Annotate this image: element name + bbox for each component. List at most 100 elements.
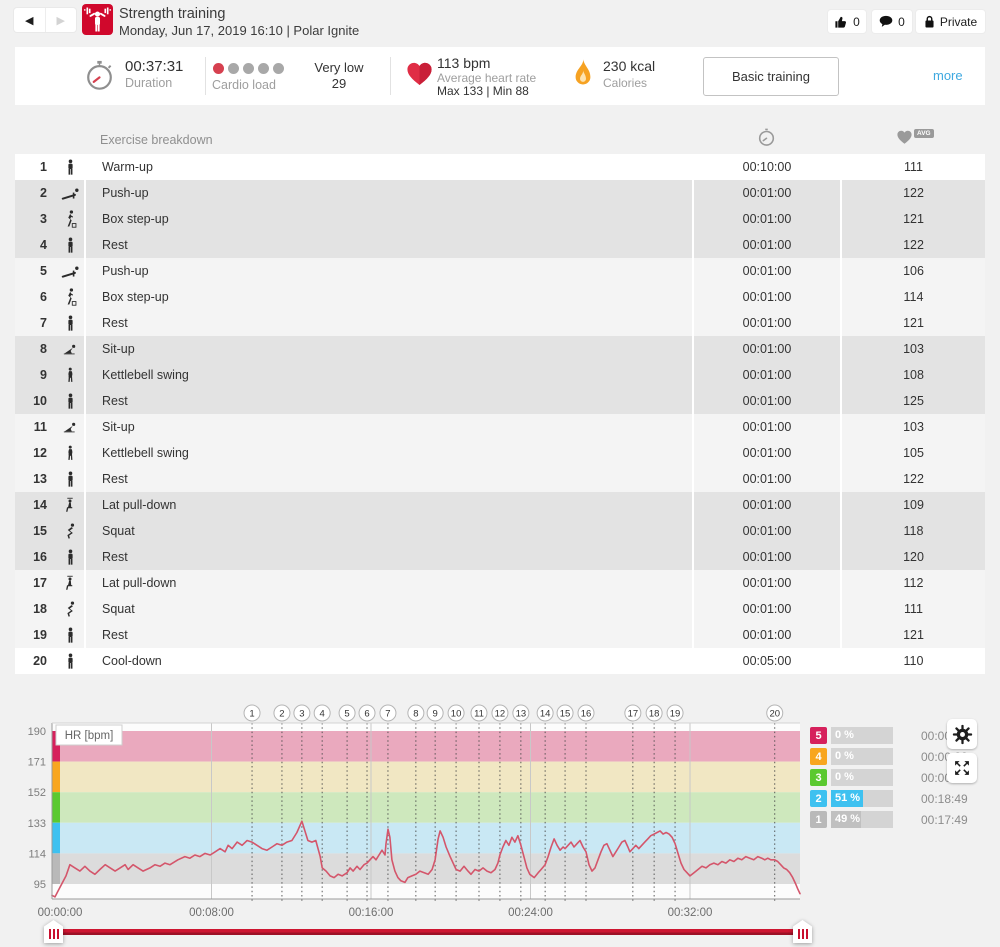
exercise-avg-hr: 122 [842,232,985,258]
exercise-avg-hr: 122 [842,466,985,492]
exercise-duration: 00:01:00 [694,388,840,414]
exercise-name: Warm-up [86,154,692,180]
exercise-name: Rest [86,622,692,648]
exercise-name: Rest [86,466,692,492]
exercise-avg-hr: 103 [842,414,985,440]
pushup-exercise-icon [59,187,81,200]
zone-percent-label: 49 % [835,813,860,825]
exercise-name: Rest [86,544,692,570]
exercise-name: Cool-down [86,648,692,674]
x-axis-tick-label: 00:24:00 [508,907,553,919]
hr-zone-band [52,762,800,793]
table-row: 7Rest00:01:00121 [15,310,985,336]
zone-percent-label: 0 % [835,771,854,783]
table-row: 15Squat00:01:00118 [15,518,985,544]
chart-settings-button[interactable] [947,719,977,749]
session-subtitle: Monday, Jun 17, 2019 16:10 | Polar Ignit… [119,23,359,38]
hr-zone-band [52,853,800,884]
hr-minmax: Max 133 | Min 88 [437,84,529,98]
comment-button[interactable]: 0 [872,10,912,33]
cardio-load-score: 29 [299,76,379,91]
latpulldown-exercise-icon [59,575,81,591]
phase-marker-number: 2 [279,709,284,720]
exercise-name: Squat [86,518,692,544]
zone-number-badge: 5 [810,727,827,744]
cardio-load-dot [258,63,269,74]
chart-fullscreen-button[interactable] [947,753,977,783]
exercise-number: 12 [25,446,47,460]
more-link[interactable]: more [933,68,963,83]
table-row: 14Lat pull-down00:01:00109 [15,492,985,518]
cardio-load-label: Cardio load [212,78,276,92]
avg-badge: AVG [914,129,934,138]
timeline-range-track[interactable] [57,929,802,935]
exercise-avg-hr: 125 [842,388,985,414]
table-row: 12Kettlebell swing00:01:00105 [15,440,985,466]
x-axis-tick-label: 00:00:00 [38,907,83,919]
zone-percent-bar: 51 % [831,790,893,807]
exercise-duration: 00:01:00 [694,570,840,596]
phase-marker-number: 12 [495,709,506,720]
exercise-duration: 00:01:00 [694,310,840,336]
hr-zone-band [52,823,800,854]
exercise-number: 11 [25,420,47,434]
table-row: 11Sit-up00:01:00103 [15,414,985,440]
exercise-number: 5 [25,264,47,278]
exercise-duration: 00:01:00 [694,232,840,258]
zone-time: 00:18:49 [921,792,968,806]
exercise-duration: 00:01:00 [694,544,840,570]
situp-exercise-icon [59,421,81,433]
training-type-button[interactable]: Basic training [703,57,839,96]
exercise-number: 6 [25,290,47,304]
table-row: 13Rest00:01:00122 [15,466,985,492]
exercise-name: Lat pull-down [86,570,692,596]
exercise-duration: 00:01:00 [694,336,840,362]
exercise-duration: 00:01:00 [694,362,840,388]
exercise-avg-hr: 105 [842,440,985,466]
hr-zone-marker [52,762,60,793]
zone-percent-bar: 0 % [831,748,893,765]
exercise-duration: 00:01:00 [694,180,840,206]
exercise-name: Push-up [86,180,692,206]
kettlebell-exercise-icon [59,445,81,461]
stepup-exercise-icon [59,288,81,306]
phase-marker-number: 10 [451,709,462,720]
exercise-duration: 00:01:00 [694,622,840,648]
situp-exercise-icon [59,343,81,355]
next-session-button[interactable]: ▶ [46,8,77,32]
previous-session-button[interactable]: ◀ [14,8,46,32]
exercise-number: 8 [25,342,47,356]
table-row: 3Box step-up00:01:00121 [15,206,985,232]
phase-marker-number: 16 [581,709,592,720]
exercise-duration: 00:01:00 [694,466,840,492]
exercise-table: 1Warm-up00:10:001112Push-up00:01:001223B… [15,154,985,674]
thumbs-up-icon [834,15,848,29]
table-row: 1Warm-up00:10:00111 [15,154,985,180]
table-row: 17Lat pull-down00:01:00112 [15,570,985,596]
phase-marker-number: 1 [249,709,254,720]
exercise-number: 20 [25,654,47,668]
like-button[interactable]: 0 [828,10,866,33]
exercise-avg-hr: 109 [842,492,985,518]
exercise-name: Sit-up [86,336,692,362]
privacy-button[interactable]: Private [916,10,985,33]
exercise-duration: 00:01:00 [694,492,840,518]
timeline-handle-left[interactable] [44,920,63,943]
comment-count: 0 [898,15,905,29]
exercise-name: Kettlebell swing [86,362,692,388]
exercise-avg-hr: 111 [842,154,985,180]
exercise-duration: 00:01:00 [694,518,840,544]
exercise-avg-hr: 110 [842,648,985,674]
exercise-duration: 00:01:00 [694,414,840,440]
hr-zone-row: 149 %00:17:49 [810,811,968,828]
zone-percent-bar: 0 % [831,769,893,786]
exercise-number: 7 [25,316,47,330]
exercise-number: 16 [25,550,47,564]
exercise-avg-hr: 122 [842,180,985,206]
exercise-avg-hr: 112 [842,570,985,596]
standing-exercise-icon [59,315,81,332]
table-row: 2Push-up00:01:00122 [15,180,985,206]
exercise-number: 14 [25,498,47,512]
exercise-number: 3 [25,212,47,226]
timeline-handle-right[interactable] [793,920,812,943]
